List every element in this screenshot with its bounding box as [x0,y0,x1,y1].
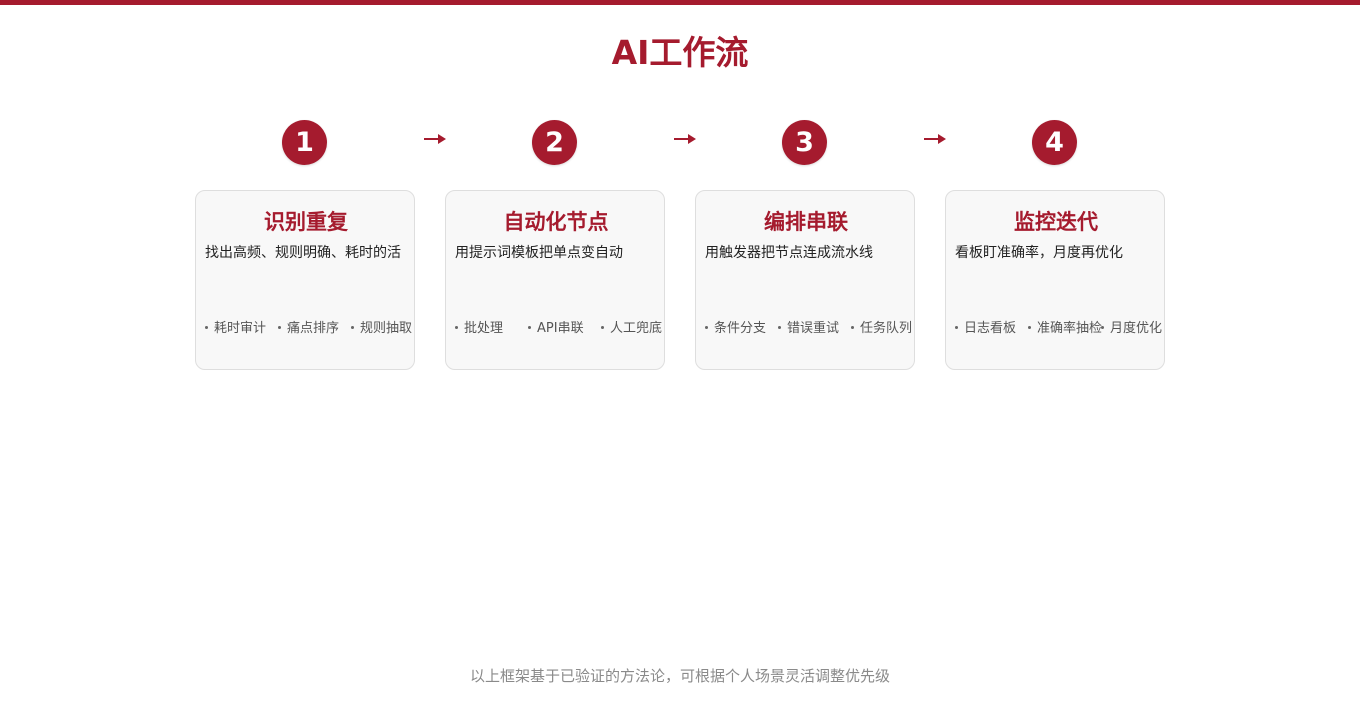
step-tag: 痛点排序 [278,319,339,339]
bullet-dot-icon [705,326,708,329]
step-title: 编排串联 [764,210,848,234]
step-description: 用提示词模板把单点变自动 [455,245,623,261]
step-number-badge: 1 [282,120,327,165]
bullet-dot-icon [851,326,854,329]
step-tag: 耗时审计 [205,319,266,339]
step-number-badge: 3 [782,120,827,165]
bullet-dot-icon [778,326,781,329]
step-tag: 错误重试 [778,319,839,339]
step-description: 看板盯准确率，月度再优化 [955,245,1123,261]
bullet-dot-icon [955,326,958,329]
step-title: 识别重复 [264,210,348,234]
step-tags: 条件分支 错误重试 任务队列 [696,319,916,339]
bullet-dot-icon [278,326,281,329]
top-accent-bar [0,0,1360,5]
bullet-dot-icon [455,326,458,329]
bullet-dot-icon [351,326,354,329]
step-title: 自动化节点 [503,210,609,234]
step-tags: 耗时审计 痛点排序 规则抽取 [196,319,416,339]
step-tags: 日志看板 准确率抽检 月度优化 [946,319,1166,339]
step-card: 编排串联 用触发器把节点连成流水线 条件分支 错误重试 任务队列 [695,190,915,370]
step-tag: 批处理 [455,319,503,339]
bullet-dot-icon [1101,326,1104,329]
step-description: 找出高频、规则明确、耗时的活 [205,245,401,261]
step-number-badge: 2 [532,120,577,165]
step-title: 监控迭代 [1014,210,1098,234]
step-card: 监控迭代 看板盯准确率，月度再优化 日志看板 准确率抽检 月度优化 [945,190,1165,370]
step-tag: 准确率抽检 [1028,319,1102,339]
arrow-right-icon [924,134,946,144]
step-number-badge: 4 [1032,120,1077,165]
arrow-right-icon [424,134,446,144]
footer-note: 以上框架基于已验证的方法论，可根据个人场景灵活调整优先级 [469,667,890,685]
step-tags: 批处理 API串联 人工兜底 [446,319,666,339]
bullet-dot-icon [1028,326,1031,329]
bullet-dot-icon [205,326,208,329]
arrow-right-icon [674,134,696,144]
step-description: 用触发器把节点连成流水线 [705,245,873,261]
step-tag: 任务队列 [851,319,912,339]
step-card: 自动化节点 用提示词模板把单点变自动 批处理 API串联 人工兜底 [445,190,665,370]
page-title: AI工作流 [611,33,749,72]
step-tag: 月度优化 [1101,319,1162,339]
step-tag: 日志看板 [955,319,1016,339]
step-tag: 规则抽取 [351,319,412,339]
bullet-dot-icon [528,326,531,329]
step-tag: API串联 [528,319,584,339]
step-tag: 人工兜底 [601,319,662,339]
step-card: 识别重复 找出高频、规则明确、耗时的活 耗时审计 痛点排序 规则抽取 [195,190,415,370]
bullet-dot-icon [601,326,604,329]
step-tag: 条件分支 [705,319,766,339]
